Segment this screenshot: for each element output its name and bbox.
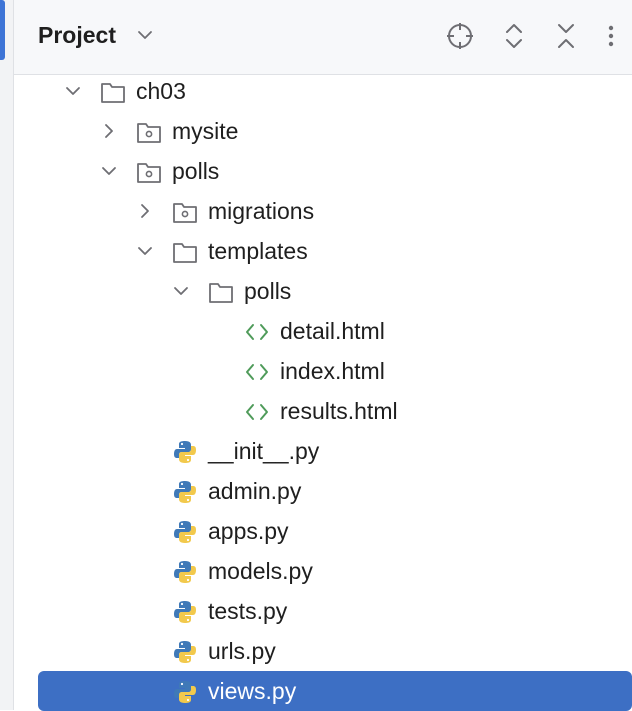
tree-item-label: tests.py xyxy=(208,598,288,624)
python-file-icon xyxy=(174,641,196,663)
chevron-down-icon[interactable] xyxy=(136,26,154,44)
html-file-icon xyxy=(246,324,268,340)
tree-item-label: polls xyxy=(172,158,220,184)
tree-item-label: ch03 xyxy=(136,78,186,104)
chevron-right-icon[interactable] xyxy=(136,202,154,220)
package-folder-icon xyxy=(173,203,197,223)
tree-item-views-py[interactable]: views.py xyxy=(14,671,632,711)
project-title[interactable]: Project xyxy=(38,20,116,50)
python-file-icon xyxy=(174,441,196,463)
tree-item-templates-polls[interactable]: polls xyxy=(14,271,632,311)
tree-item-mysite[interactable]: mysite xyxy=(14,111,632,151)
tree-item-label: migrations xyxy=(208,198,315,224)
tree-item-models-py[interactable]: models.py xyxy=(14,551,632,591)
tree-item-label: apps.py xyxy=(208,518,289,544)
tree-item-templates[interactable]: templates xyxy=(14,231,632,271)
tree-item-label: views.py xyxy=(208,678,297,704)
chevron-down-icon[interactable] xyxy=(172,282,190,300)
tree-item-init-py[interactable]: __init__.py xyxy=(14,431,632,471)
package-folder-icon xyxy=(137,123,161,143)
tree-item-label: index.html xyxy=(280,358,385,384)
python-file-icon xyxy=(174,681,196,703)
tree-item-label: __init__.py xyxy=(208,438,320,464)
tree-item-tests-py[interactable]: tests.py xyxy=(14,591,632,631)
tree-item-polls[interactable]: polls xyxy=(14,151,632,191)
project-header: Project xyxy=(14,0,632,75)
chevron-down-icon[interactable] xyxy=(100,162,118,180)
expand-all-icon[interactable] xyxy=(498,20,530,52)
tree-item-index-html[interactable]: index.html xyxy=(14,351,632,391)
chevron-right-icon[interactable] xyxy=(100,122,118,140)
package-folder-icon xyxy=(137,163,161,183)
tree-item-label: models.py xyxy=(208,558,313,584)
tree-item-admin-py[interactable]: admin.py xyxy=(14,471,632,511)
tree-item-results-html[interactable]: results.html xyxy=(14,391,632,431)
tree-item-urls-py[interactable]: urls.py xyxy=(14,631,632,671)
tree-item-label: detail.html xyxy=(280,318,385,344)
folder-icon xyxy=(173,243,197,263)
folder-icon xyxy=(209,283,233,303)
html-file-icon xyxy=(246,404,268,420)
tool-window-strip xyxy=(0,0,14,710)
active-tool-indicator xyxy=(0,0,5,60)
selection-highlight xyxy=(38,671,632,711)
locate-icon[interactable] xyxy=(444,20,476,52)
tree-item-migrations[interactable]: migrations xyxy=(14,191,632,231)
python-file-icon xyxy=(174,601,196,623)
tree-item-ch03[interactable]: ch03 xyxy=(14,71,632,111)
more-options-icon[interactable] xyxy=(604,20,618,52)
tree-item-label: admin.py xyxy=(208,478,302,504)
python-file-icon xyxy=(174,481,196,503)
collapse-all-icon[interactable] xyxy=(550,20,582,52)
project-tree: ch03 mysite polls migrations templates p… xyxy=(14,75,632,711)
tree-item-label: mysite xyxy=(172,118,239,144)
tree-item-detail-html[interactable]: detail.html xyxy=(14,311,632,351)
tree-item-apps-py[interactable]: apps.py xyxy=(14,511,632,551)
chevron-down-icon[interactable] xyxy=(64,82,82,100)
tree-item-label: results.html xyxy=(280,398,398,424)
tree-item-label: polls xyxy=(244,278,292,304)
folder-icon xyxy=(101,83,125,103)
python-file-icon xyxy=(174,521,196,543)
tree-item-label: urls.py xyxy=(208,638,276,664)
python-file-icon xyxy=(174,561,196,583)
tree-item-label: templates xyxy=(208,238,308,264)
chevron-down-icon[interactable] xyxy=(136,242,154,260)
html-file-icon xyxy=(246,364,268,380)
